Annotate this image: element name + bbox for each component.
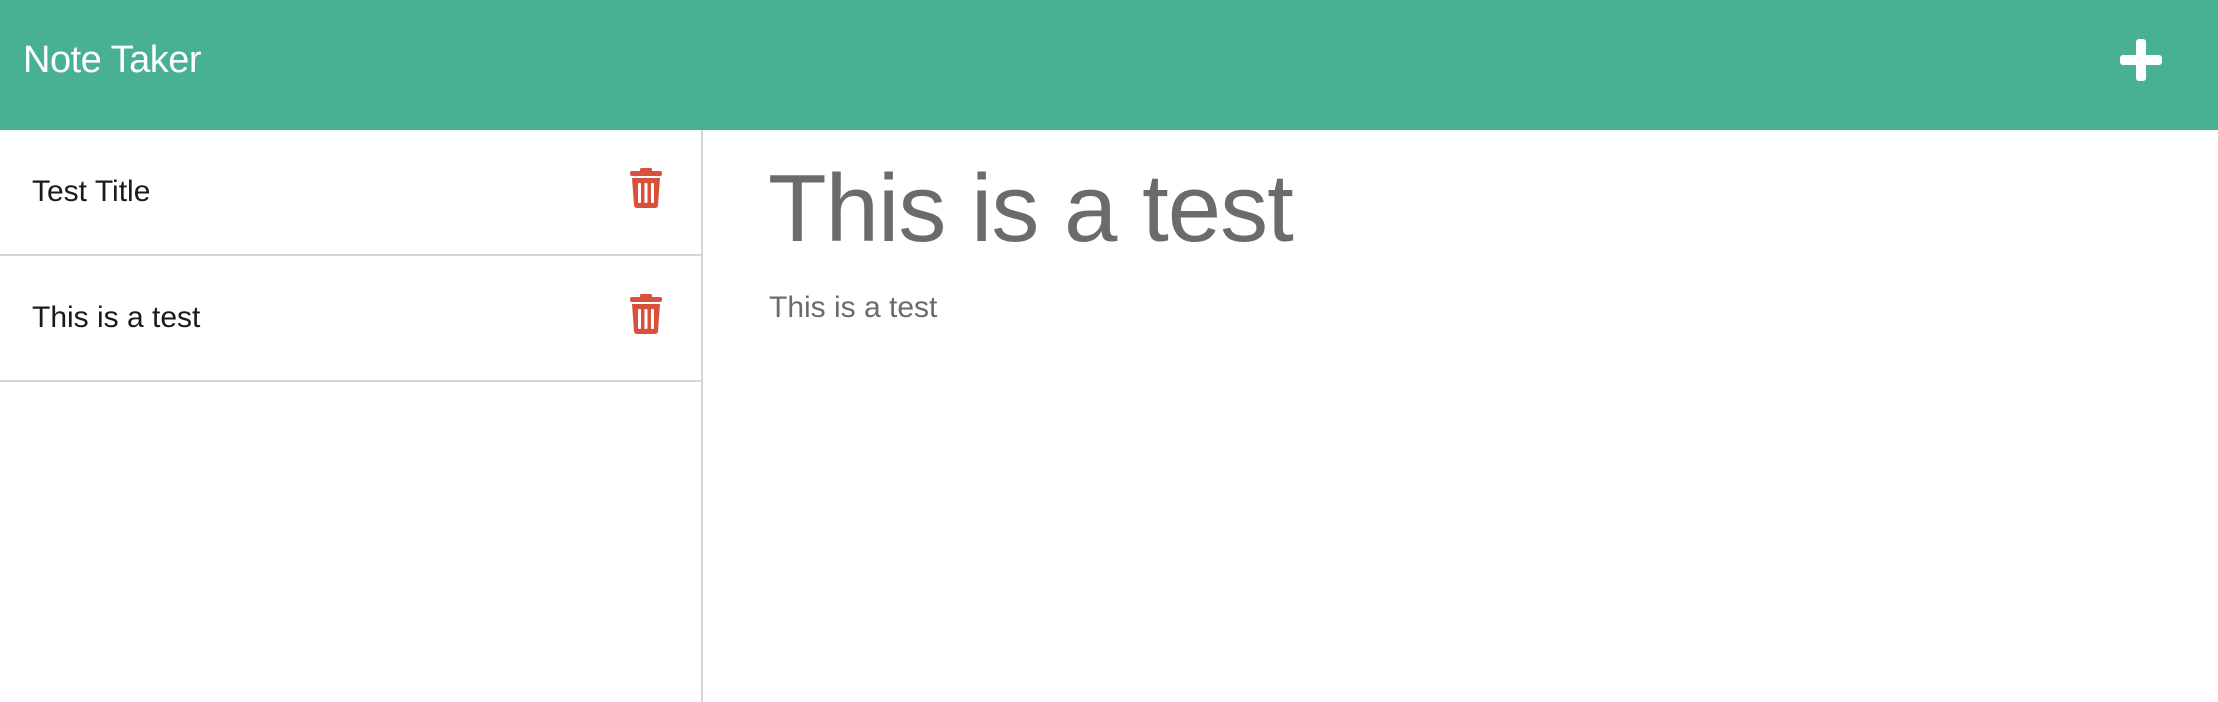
note-text[interactable]: This is a test [769, 290, 937, 326]
note-view: This is a test This is a test [705, 130, 2218, 702]
trash-icon [630, 294, 662, 334]
note-title[interactable]: This is a test [768, 154, 1294, 264]
new-note-button[interactable] [2113, 35, 2169, 85]
navbar: Note Taker [0, 0, 2218, 130]
note-list-item[interactable]: This is a test [0, 256, 701, 382]
note-list-item-title: Test Title [32, 175, 151, 208]
trash-icon [630, 168, 662, 208]
delete-note-button[interactable] [628, 294, 664, 334]
plus-icon [2120, 39, 2162, 81]
app-title[interactable]: Note Taker [23, 38, 202, 82]
delete-note-button[interactable] [628, 168, 664, 208]
note-list-item[interactable]: Test Title [0, 130, 701, 256]
note-list: Test Title This is a test [0, 130, 703, 702]
note-list-item-title: This is a test [32, 301, 201, 334]
